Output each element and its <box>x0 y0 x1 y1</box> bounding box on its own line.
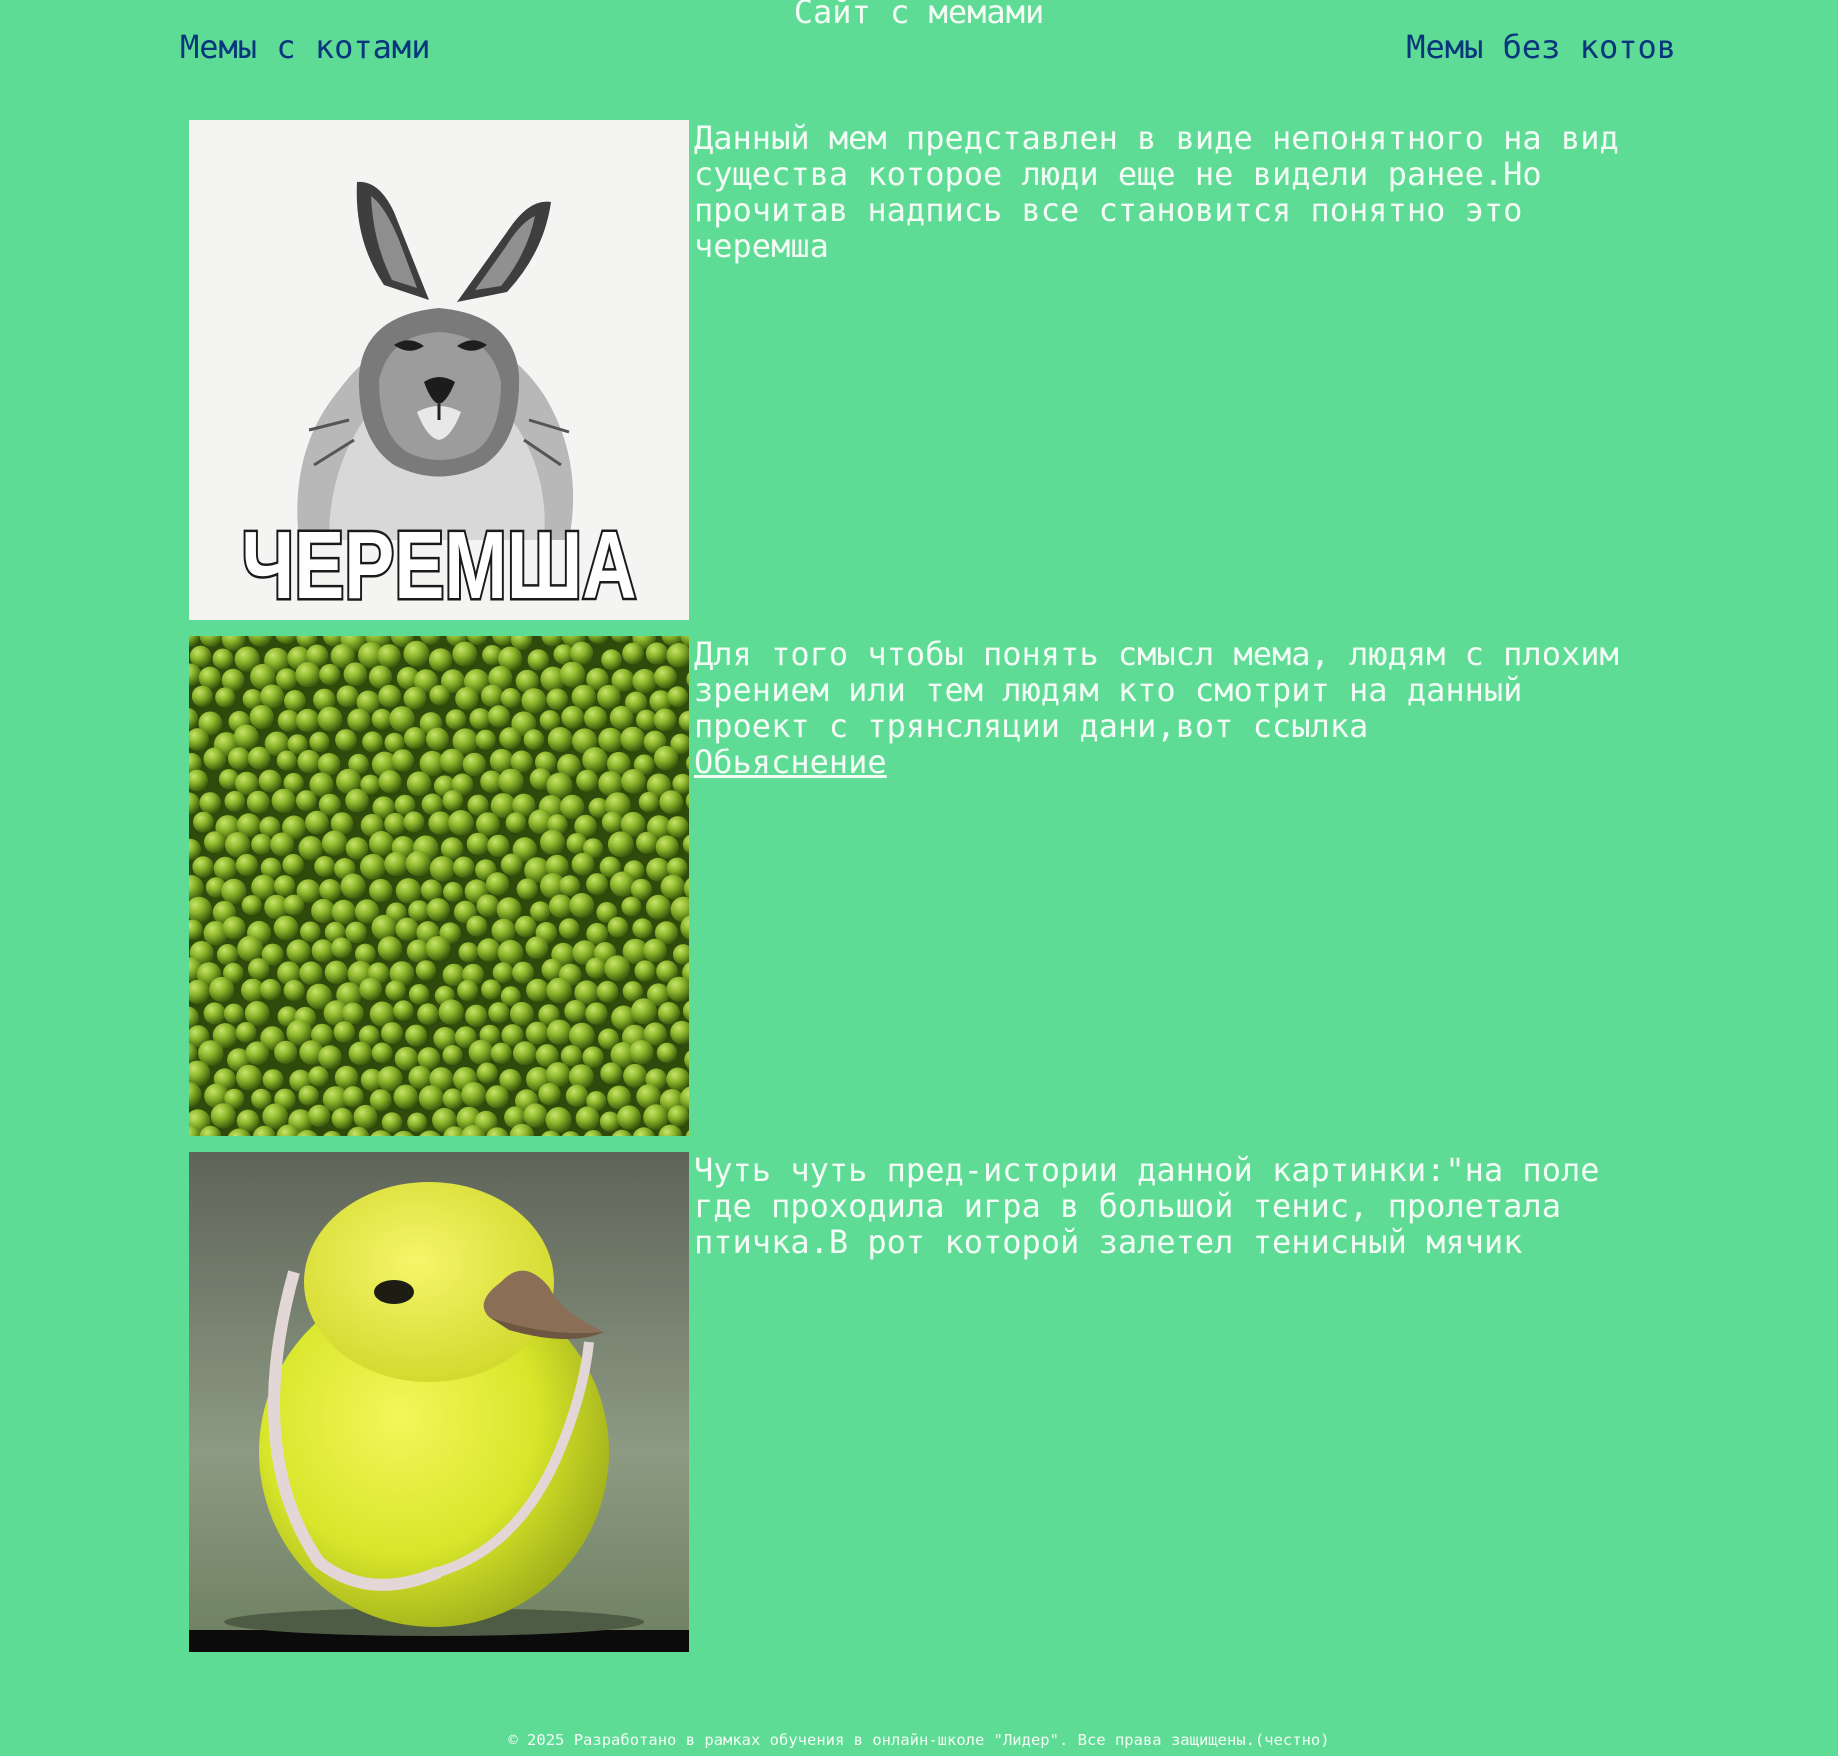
rabbit-lion-image: ЧЕРЕМША <box>189 120 689 620</box>
meme-description: Данный мем представлен в виде непонятног… <box>694 119 1639 265</box>
nav-link-memes-without-cats[interactable]: Мемы без котов <box>1406 27 1676 67</box>
explanation-link[interactable]: Обьяснение <box>694 743 887 781</box>
meme-description-text: Для того чтобы понять смысл мема, людям … <box>694 635 1639 745</box>
footer-copyright: © 2025 Разработано в рамках обучения в о… <box>508 1731 1330 1749</box>
meme-description: Для того чтобы понять смысл мема, людям … <box>694 636 1654 780</box>
green-peas-image <box>189 636 689 1136</box>
meme-description: Чуть чуть пред-истории данной картинки:"… <box>694 1151 1619 1261</box>
nav-link-memes-with-cats[interactable]: Мемы с котами <box>180 27 430 67</box>
meme-image-caption: ЧЕРЕМША <box>242 512 637 619</box>
tennis-ball-chick-image <box>189 1152 689 1652</box>
